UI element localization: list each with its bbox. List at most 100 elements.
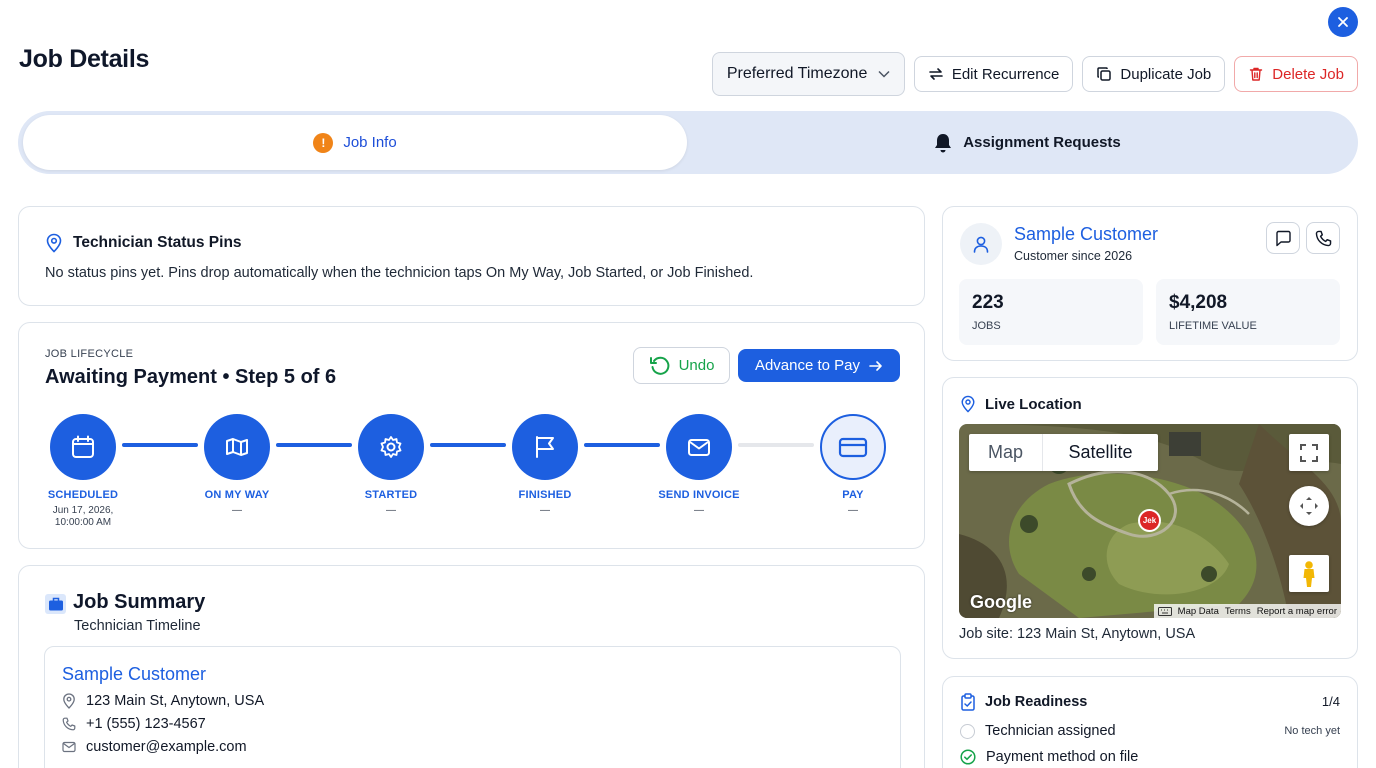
step-started[interactable]: STARTED — [336, 414, 446, 517]
google-logo: Google [970, 592, 1032, 612]
map-pin-icon [63, 693, 75, 709]
step-finished[interactable]: FINISHED — [490, 414, 600, 517]
readiness-item-note: No tech yet [1284, 725, 1340, 737]
readiness-item: Technician assigned [960, 723, 1116, 739]
message-button[interactable] [1266, 222, 1300, 254]
map-type-toggle: Map Satellite [969, 434, 1158, 471]
step-value: — [232, 505, 242, 516]
fullscreen-button[interactable] [1289, 434, 1329, 471]
terms-link[interactable]: Terms [1225, 606, 1251, 617]
timezone-select[interactable]: Preferred Timezone [711, 52, 905, 96]
map-tab[interactable]: Map [969, 434, 1043, 471]
map-pin-icon [961, 395, 975, 413]
job-lifecycle-card: JOB LIFECYCLE Awaiting Payment • Step 5 … [18, 322, 925, 549]
step-label: SEND INVOICE [658, 489, 740, 501]
tab-assignment-requests[interactable]: Assignment Requests [702, 115, 1352, 170]
step-scheduled[interactable]: SCHEDULED Jun 17, 2026, 10:00:00 AM [28, 414, 138, 529]
readiness-item: Payment method on file [960, 749, 1138, 765]
job-readiness-card: Job Readiness 1/4 Technician assigned No… [942, 676, 1358, 768]
mail-icon [62, 741, 76, 753]
timezone-select-label: Preferred Timezone [726, 65, 868, 82]
briefcase-icon [45, 594, 66, 614]
edit-recurrence-button[interactable]: Edit Recurrence [913, 56, 1074, 92]
readiness-item-label: Payment method on file [986, 749, 1139, 765]
tab-job-info[interactable]: ! Job Info [23, 115, 687, 170]
circle-empty-icon [960, 723, 975, 739]
step-value: — [540, 505, 550, 516]
duplicate-job-button[interactable]: Duplicate Job [1082, 56, 1226, 92]
lifecycle-title: Awaiting Payment • Step 5 of 6 [45, 366, 337, 388]
advance-to-pay-button[interactable]: Advance to Pay [738, 349, 900, 382]
keyboard-icon[interactable] [1157, 606, 1172, 616]
tab-assignment-requests-label: Assignment Requests [963, 134, 1121, 151]
summary-email[interactable]: customer@example.com [86, 739, 247, 755]
step-date: Jun 17, 2026, [52, 505, 114, 516]
step-value: — [848, 505, 858, 516]
fullscreen-icon [1300, 443, 1318, 462]
avatar [960, 223, 1002, 265]
undo-label: Undo [678, 357, 715, 374]
mail-icon [688, 439, 710, 456]
close-icon [1338, 17, 1348, 27]
technician-status-pins-card: Technician Status Pins No status pins ye… [18, 206, 925, 306]
flag-icon [536, 436, 554, 458]
customer-name[interactable]: Sample Customer [1014, 224, 1158, 245]
step-time: 10:00:00 AM [54, 517, 112, 528]
step-value: — [386, 505, 396, 516]
pegman-icon [1303, 560, 1315, 587]
summary-customer-name[interactable]: Sample Customer [62, 664, 206, 685]
undo-button[interactable]: Undo [633, 347, 730, 384]
tab-job-info-label: Job Info [343, 134, 397, 151]
customer-since: Customer since 2026 [1014, 249, 1133, 263]
jobs-stat: 223 JOBS [959, 279, 1143, 345]
header-toolbar: Preferred Timezone Edit Recurrence Dupli… [711, 52, 1358, 96]
summary-phone[interactable]: +1 (555) 123-4567 [86, 716, 206, 732]
delete-job-label: Delete Job [1272, 65, 1344, 83]
phone-icon [62, 717, 76, 731]
edit-recurrence-label: Edit Recurrence [951, 65, 1060, 83]
map-attribution-bar: Map Data Terms Report a map error [1153, 604, 1341, 618]
calendar-icon [72, 435, 94, 458]
tab-bar: ! Job Info Assignment Requests [18, 111, 1358, 174]
job-summary-subtitle: Technician Timeline [74, 618, 201, 634]
page-title: Job Details [19, 45, 150, 73]
user-icon [973, 236, 989, 253]
map-data-link[interactable]: Map Data [1178, 606, 1219, 617]
trash-icon [1250, 67, 1263, 81]
step-label: STARTED [364, 489, 418, 501]
message-icon [1275, 230, 1291, 246]
map-pin-icon [46, 233, 62, 253]
job-location-marker[interactable]: Jek [1138, 509, 1161, 532]
step-pay[interactable]: PAY — [798, 414, 908, 517]
step-send-invoice[interactable]: SEND INVOICE — [644, 414, 754, 517]
satellite-map[interactable]: Map Satellite Jek Google Map Data Terms … [959, 424, 1341, 618]
job-summary-card: Job Summary Technician Timeline Sample C… [18, 565, 925, 768]
clipboard-check-icon [961, 693, 975, 711]
alert-icon: ! [313, 132, 334, 153]
jobs-label: JOBS [972, 320, 1001, 332]
job-site-address: Job site: 123 Main St, Anytown, USA [959, 626, 1196, 642]
satellite-tab[interactable]: Satellite [1043, 434, 1158, 471]
street-view-pegman[interactable] [1289, 555, 1329, 592]
pan-control[interactable] [1289, 486, 1329, 526]
gear-icon [380, 436, 402, 458]
summary-customer-box: Sample Customer 123 Main St, Anytown, US… [44, 646, 901, 768]
chevron-down-icon [878, 70, 890, 78]
duplicate-job-label: Duplicate Job [1120, 65, 1212, 83]
job-readiness-title: Job Readiness [985, 694, 1088, 710]
step-label: SCHEDULED [47, 489, 119, 501]
lifetime-value: $4,208 [1169, 292, 1228, 313]
step-label: PAY [842, 489, 864, 501]
readiness-item-label: Technician assigned [985, 723, 1116, 739]
close-button[interactable] [1328, 7, 1358, 37]
call-button[interactable] [1306, 222, 1340, 254]
map-icon [226, 438, 248, 456]
phone-icon [1315, 230, 1331, 246]
check-circle-icon [960, 749, 976, 765]
step-on-my-way[interactable]: ON MY WAY — [182, 414, 292, 517]
lifecycle-eyebrow: JOB LIFECYCLE [45, 348, 134, 360]
lifetime-value-stat: $4,208 LIFETIME VALUE [1156, 279, 1340, 345]
report-map-error-link[interactable]: Report a map error [1257, 606, 1337, 617]
bell-icon [935, 133, 952, 152]
delete-job-button[interactable]: Delete Job [1234, 56, 1358, 92]
